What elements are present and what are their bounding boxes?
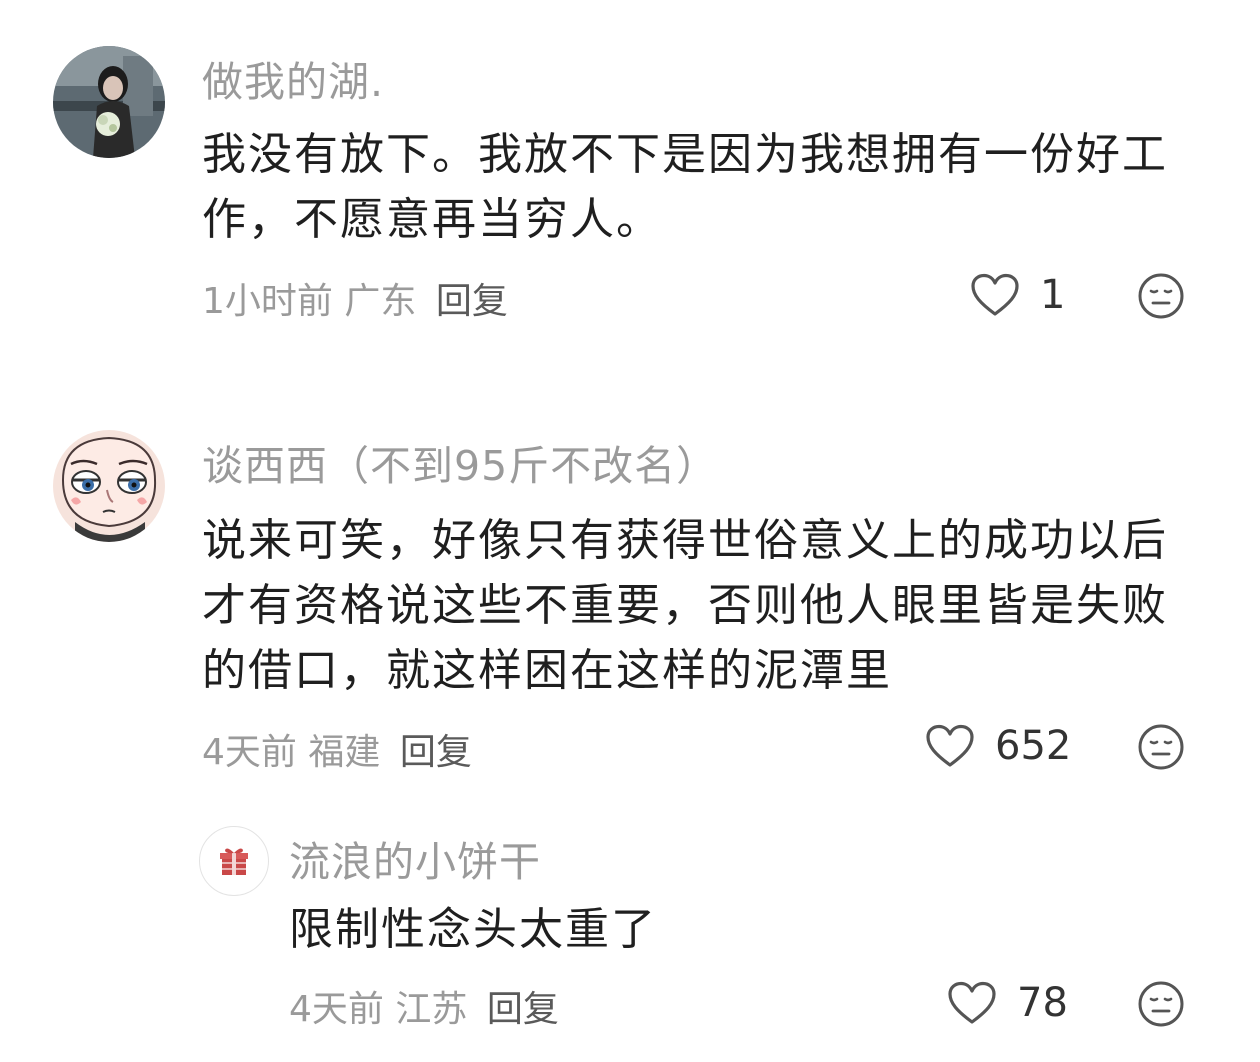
comment-username[interactable]: 流浪的小饼干: [289, 828, 541, 888]
like-count: 78: [1017, 980, 1068, 1026]
comment-location: 江苏: [395, 989, 468, 1030]
neutral-face-icon[interactable]: [1137, 980, 1185, 1028]
reply-comment-item: 流浪的小饼干 限制性念头太重了 4天前 江苏 回复 78: [0, 0, 1260, 1062]
reply-button[interactable]: 回复: [487, 989, 559, 1030]
comment-time: 4天前: [289, 989, 384, 1030]
heart-outline-icon[interactable]: [947, 981, 997, 1025]
comment-meta: 4天前 江苏 回复: [289, 980, 559, 1032]
comment-text: 限制性念头太重了: [289, 904, 657, 955]
gift-icon: [220, 848, 248, 875]
avatar[interactable]: [199, 826, 269, 896]
